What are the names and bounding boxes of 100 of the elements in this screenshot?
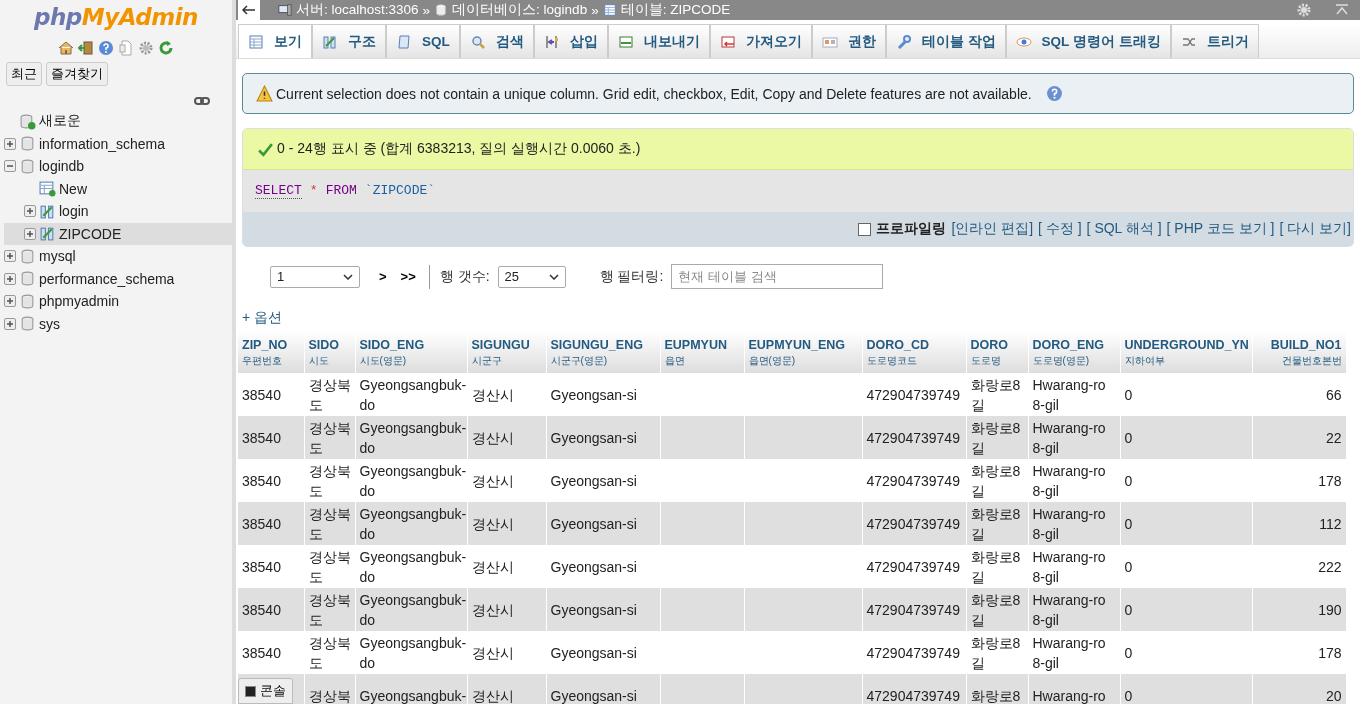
next-page-button[interactable]: >	[372, 269, 394, 284]
query-link[interactable]: [인라인 편집]	[951, 220, 1034, 238]
tab[interactable]: 보기	[238, 24, 312, 58]
sidebar-button[interactable]: 즐겨찾기	[46, 62, 108, 86]
table-cell: 112	[1319, 515, 1342, 532]
table-cell: 472904739749	[866, 558, 960, 575]
tab[interactable]: 구조	[312, 24, 386, 58]
tab[interactable]: 내보내기	[607, 24, 710, 58]
tree-item[interactable]: mysql	[4, 245, 232, 268]
tree-item[interactable]: New	[4, 177, 232, 200]
table-cell: Hwarang-ro	[1032, 687, 1106, 704]
tab[interactable]: 검색	[459, 24, 534, 58]
breadcrumb-link[interactable]: 서버: localhost:3306	[296, 1, 419, 19]
tree-item[interactable]: login	[4, 200, 232, 223]
table-cell: 38540	[242, 644, 281, 661]
settings-icon[interactable]	[138, 40, 154, 56]
tree-item[interactable]: ZIPCODE	[4, 222, 232, 245]
tree-item[interactable]: performance_schema	[4, 267, 232, 290]
expand-icon[interactable]	[24, 227, 36, 240]
console-button[interactable]: 콘솔	[238, 678, 293, 704]
collapse-icon[interactable]	[4, 160, 16, 173]
table-cell: 화랑로8길	[970, 376, 1021, 413]
table-cell: 경산시	[471, 687, 514, 704]
table-cell: 경상북도	[308, 548, 351, 585]
reload-icon[interactable]	[158, 40, 174, 56]
table-cell: 경상북도	[308, 376, 351, 413]
link-icon[interactable]	[194, 96, 210, 106]
filter-label: 행 필터링:	[599, 267, 664, 286]
table-cell: 화랑로8길	[970, 548, 1021, 585]
table-cell: 38540	[242, 472, 281, 489]
chevron-down-icon	[548, 273, 559, 280]
tab[interactable]: SQL	[386, 24, 460, 58]
tree-item[interactable]: sys	[4, 312, 232, 335]
table-cell: Gyeongsangbuk-do	[359, 505, 467, 542]
home-icon[interactable]	[58, 40, 74, 56]
expand-icon[interactable]	[4, 317, 16, 330]
table-cell: Hwarang-ro 8-gil	[1032, 462, 1106, 499]
profiling-checkbox[interactable]	[858, 222, 872, 236]
tree-item[interactable]: 새로운	[4, 110, 232, 133]
table-cell: 0	[1124, 386, 1133, 403]
query-link[interactable]: [ 수정 ]	[1038, 220, 1082, 238]
table-cell: Hwarang-ro 8-gil	[1032, 376, 1106, 413]
page-select[interactable]: 1	[270, 265, 360, 288]
tree-item[interactable]: phpmyadmin	[4, 290, 232, 313]
table-cell: 178	[1318, 644, 1342, 661]
table-cell: 화랑로8길	[970, 505, 1021, 542]
sql-token: SELECT	[255, 183, 302, 199]
tab[interactable]: 가져오기	[709, 24, 812, 58]
tree-item[interactable]: information_schema	[4, 132, 232, 155]
exit-door-icon[interactable]	[78, 40, 94, 56]
query-link[interactable]: [ PHP 코드 보기 ]	[1166, 220, 1275, 238]
help-icon[interactable]	[98, 40, 114, 56]
breadcrumb-link[interactable]: 테이블: ZIPCODE	[620, 1, 731, 19]
warning-icon	[256, 85, 273, 102]
query-link[interactable]: [ SQL 해석 ]	[1086, 220, 1162, 238]
table-cell: 경산시	[471, 472, 514, 489]
sidebar-button[interactable]: 최근	[6, 62, 42, 86]
table-cell: 화랑로8길	[970, 634, 1021, 671]
table-cell: 경상북도	[308, 634, 351, 671]
sql-token: FROM	[325, 183, 357, 199]
expand-icon[interactable]	[4, 295, 16, 308]
logo[interactable]: phpMyAdmin	[34, 4, 198, 30]
table-cell: 190	[1318, 601, 1342, 618]
expand-icon[interactable]	[24, 205, 36, 218]
rows-label: 행 갯수:	[439, 267, 490, 286]
filter-field[interactable]: 현재 테이블 검색	[671, 264, 884, 289]
database-icon	[19, 247, 36, 265]
expand-icon[interactable]	[4, 250, 16, 263]
last-page-button[interactable]: >>	[393, 269, 423, 284]
table-cell: Gyeongsangbuk-do	[359, 634, 467, 671]
table-cell: 화랑로8	[970, 687, 1021, 704]
notice-text: Current selection does not contain a unique column. Grid edit, checkbox, Edit, Copy and Delete features are not available.	[276, 85, 1032, 102]
table-cell: Hwarang-ro 8-gil	[1032, 591, 1106, 628]
tab[interactable]: 테이블 작업	[885, 24, 1006, 58]
table-cell: 0	[1124, 515, 1133, 532]
table-cell: 472904739749	[866, 601, 960, 618]
query-link[interactable]: [ 다시 보기]	[1279, 220, 1351, 238]
rows-select[interactable]: 25	[497, 265, 566, 288]
new-table-icon	[39, 180, 56, 198]
table-cell: Gyeongsan-si	[550, 644, 637, 661]
success-text: 0 - 24행 표시 중 (합계 6383213, 질의 실행시간 0.0060 초.)	[277, 140, 641, 158]
table-cell: 66	[1325, 386, 1342, 403]
table-cell: 38540	[242, 429, 281, 446]
table-cell: 472904739749	[866, 644, 960, 661]
browse-icon	[248, 33, 264, 50]
tree-item[interactable]: logindb	[4, 155, 232, 178]
table-cell: Hwarang-ro 8-gil	[1032, 419, 1106, 456]
database-icon	[19, 292, 36, 310]
table-cell: Gyeongsangbuk-do	[359, 591, 467, 628]
expand-icon[interactable]	[4, 272, 16, 285]
chevron-down-icon	[343, 273, 353, 280]
expand-icon[interactable]	[4, 137, 16, 150]
options-link[interactable]: + 옵션	[242, 309, 283, 327]
tab[interactable]: 권한	[811, 24, 886, 58]
help-icon[interactable]	[1045, 85, 1063, 102]
tab[interactable]: SQL 명령어 트래킹	[1005, 24, 1171, 58]
tab[interactable]: 삽입	[533, 24, 608, 58]
tab[interactable]: 트리거	[1170, 24, 1259, 58]
table-cell: 화랑로8길	[970, 419, 1021, 456]
breadcrumb-link[interactable]: 데이터베이스: logindb	[452, 1, 588, 19]
